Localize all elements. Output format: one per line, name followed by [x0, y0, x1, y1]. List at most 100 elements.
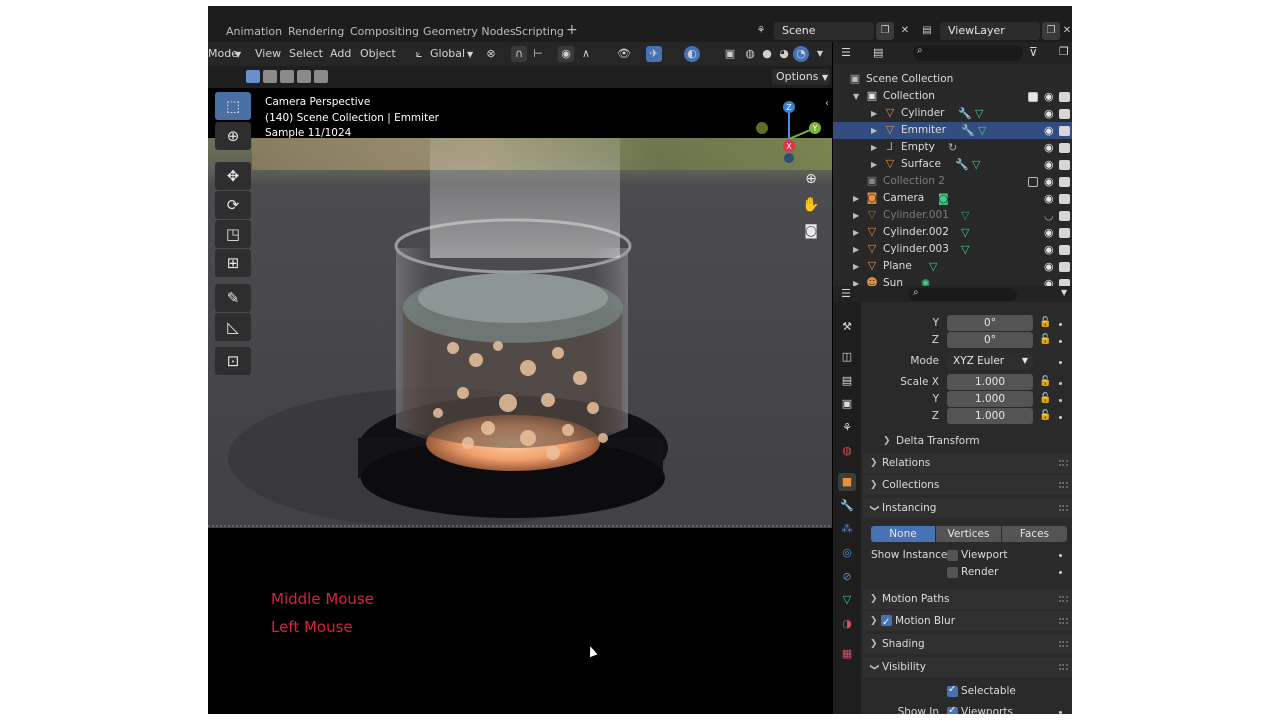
- tab-rendering[interactable]: Rendering: [288, 25, 344, 38]
- constraints-tab-icon[interactable]: ⊘: [838, 568, 856, 586]
- scene-tab-icon[interactable]: ⚘: [838, 419, 856, 437]
- keyframe-dot[interactable]: [1059, 399, 1062, 402]
- drag-handle-icon[interactable]: [1059, 641, 1068, 647]
- view-layer-icon[interactable]: ▤: [918, 22, 936, 40]
- keyframe-dot[interactable]: [1059, 571, 1062, 574]
- motion-blur-checkbox[interactable]: [881, 613, 892, 633]
- outliner-row-collection-2[interactable]: ▣ Collection 2 ◉: [833, 173, 1072, 190]
- select-extend-icon[interactable]: [263, 70, 277, 83]
- keyframe-dot[interactable]: [1059, 382, 1062, 385]
- pivot-icon[interactable]: ⊗: [483, 46, 499, 62]
- new-collection-icon[interactable]: ❐: [1059, 45, 1069, 58]
- expand-arrow-icon[interactable]: ▶: [853, 190, 859, 207]
- output-tab-icon[interactable]: ▤: [838, 372, 856, 390]
- scene-icon[interactable]: ⚘: [752, 22, 770, 40]
- pan-hand-icon[interactable]: ✋: [798, 192, 824, 218]
- visibility-icon[interactable]: 👁: [616, 46, 632, 62]
- keyframe-dot[interactable]: [1059, 711, 1062, 714]
- lock-icon[interactable]: 🔓: [1039, 317, 1051, 328]
- outliner-row-scene-collection[interactable]: ▣ Scene Collection: [833, 71, 1072, 88]
- eye-icon[interactable]: ◉: [1044, 190, 1054, 207]
- select-new-icon[interactable]: [246, 70, 260, 83]
- select-subtract-icon[interactable]: [280, 70, 294, 83]
- instancing-none-button[interactable]: None: [871, 526, 935, 542]
- lock-icon[interactable]: 🔓: [1039, 393, 1051, 404]
- shading-panel[interactable]: ❯ Shading: [863, 634, 1072, 654]
- new-view-layer-icon[interactable]: ❐: [1042, 22, 1060, 40]
- particles-tab-icon[interactable]: ⁂: [838, 520, 856, 538]
- expand-arrow-icon[interactable]: ▶: [853, 224, 859, 241]
- material-tab-icon[interactable]: ◑: [838, 615, 856, 633]
- eye-icon[interactable]: ◉: [1044, 258, 1054, 275]
- outliner-row-emmiter[interactable]: ▶ ▽ Emmiter 🔧 ▽ ◉: [833, 122, 1072, 139]
- outliner-row-cylinder[interactable]: ▶ ▽ Cylinder 🔧 ▽ ◉: [833, 105, 1072, 122]
- zoom-icon[interactable]: ⊕: [798, 166, 824, 192]
- keyframe-dot[interactable]: [1059, 323, 1062, 326]
- relations-panel[interactable]: ❯ Relations: [863, 453, 1072, 473]
- scene-field[interactable]: Scene: [774, 22, 874, 40]
- view-layer-field[interactable]: ViewLayer: [940, 22, 1040, 40]
- close-view-layer-icon[interactable]: ✕: [1062, 22, 1072, 40]
- tab-scripting[interactable]: Scripting: [515, 25, 564, 38]
- instancing-panel[interactable]: ❯ Instancing: [863, 498, 1072, 518]
- collection-exclude-checkbox[interactable]: [1028, 92, 1038, 102]
- instancing-vertices-button[interactable]: Vertices: [936, 526, 1001, 542]
- collection-exclude-checkbox[interactable]: [1028, 177, 1038, 187]
- chevron-down-icon[interactable]: ▼: [812, 46, 828, 62]
- outliner-row-cylinder-003[interactable]: ▶ ▽ Cylinder.003 ▽ ◉: [833, 241, 1072, 258]
- snap-icon[interactable]: ∩: [511, 46, 527, 62]
- instancing-faces-button[interactable]: Faces: [1002, 526, 1067, 542]
- gizmo-toggle-icon[interactable]: ✈: [646, 46, 662, 62]
- menu-select[interactable]: Select: [289, 47, 323, 60]
- expand-arrow-icon[interactable]: ▶: [871, 139, 877, 156]
- expand-arrow-icon[interactable]: ▼: [853, 88, 859, 105]
- cursor-tool-icon[interactable]: ⊕: [215, 122, 251, 150]
- outliner-row-cylinder-002[interactable]: ▶ ▽ Cylinder.002 ▽ ◉: [833, 224, 1072, 241]
- show-instancer-render-checkbox[interactable]: [947, 567, 958, 578]
- outliner-row-plane[interactable]: ▶ ▽ Plane ▽ ◉: [833, 258, 1072, 275]
- render-camera-icon[interactable]: [1059, 245, 1070, 255]
- expand-arrow-icon[interactable]: ▶: [853, 207, 859, 224]
- shading-solid-icon[interactable]: ●: [759, 46, 775, 62]
- falloff-icon[interactable]: ∧: [578, 46, 594, 62]
- collections-panel[interactable]: ❯ Collections: [863, 475, 1072, 495]
- scale-tool-icon[interactable]: ◳: [215, 220, 251, 248]
- object-tab-icon[interactable]: ■: [838, 473, 856, 491]
- select-invert-icon[interactable]: [297, 70, 311, 83]
- eye-icon[interactable]: ◉: [1044, 224, 1054, 241]
- show-in-viewports-checkbox[interactable]: [947, 705, 958, 714]
- outliner-row-cylinder-001[interactable]: ▶ ▽ Cylinder.001 ▽ ◡: [833, 207, 1072, 224]
- select-intersect-icon[interactable]: [314, 70, 328, 83]
- delta-transform-subpanel[interactable]: ❯ Delta Transform: [863, 431, 1072, 451]
- shading-material-icon[interactable]: ◕: [776, 46, 792, 62]
- expand-arrow-icon[interactable]: ▶: [871, 105, 877, 122]
- render-camera-icon[interactable]: [1059, 262, 1070, 272]
- tab-geometry-nodes[interactable]: Geometry Nodes: [423, 25, 516, 38]
- navigation-gizmo[interactable]: Z Y X: [752, 94, 828, 164]
- show-instancer-viewport-checkbox[interactable]: [947, 550, 958, 561]
- render-camera-icon[interactable]: [1059, 143, 1070, 153]
- texture-tab-icon[interactable]: ▦: [838, 645, 856, 663]
- editor-type-icon[interactable]: ☰: [841, 287, 851, 300]
- scale-z-field[interactable]: 1.000: [947, 408, 1033, 424]
- add-cube-tool-icon[interactable]: ⊡: [215, 347, 251, 375]
- chevron-down-icon[interactable]: ▼: [1061, 288, 1067, 297]
- proportional-edit-icon[interactable]: ◉: [558, 46, 574, 62]
- outliner-row-surface[interactable]: ▶ ▽ Surface 🔧 ▽ ◉: [833, 156, 1072, 173]
- eye-icon[interactable]: ◉: [1044, 139, 1054, 156]
- move-tool-icon[interactable]: ✥: [215, 162, 251, 190]
- eye-icon[interactable]: ◉: [1044, 122, 1054, 139]
- overlay-toggle-icon[interactable]: ◐: [684, 46, 700, 62]
- mode-dropdown[interactable]: Mode: [208, 47, 238, 60]
- camera-view-icon[interactable]: ◙: [798, 218, 824, 244]
- lock-icon[interactable]: 🔓: [1039, 410, 1051, 421]
- keyframe-dot[interactable]: [1059, 361, 1062, 364]
- motion-blur-panel[interactable]: ❯ Motion Blur: [863, 611, 1072, 633]
- annotate-tool-icon[interactable]: ✎: [215, 284, 251, 312]
- eye-icon[interactable]: ◉: [1044, 173, 1054, 190]
- menu-object[interactable]: Object: [360, 47, 396, 60]
- render-camera-icon[interactable]: [1059, 211, 1070, 221]
- shading-wireframe-icon[interactable]: ◍: [742, 46, 758, 62]
- render-camera-icon[interactable]: [1059, 126, 1070, 136]
- menu-view[interactable]: View: [255, 47, 281, 60]
